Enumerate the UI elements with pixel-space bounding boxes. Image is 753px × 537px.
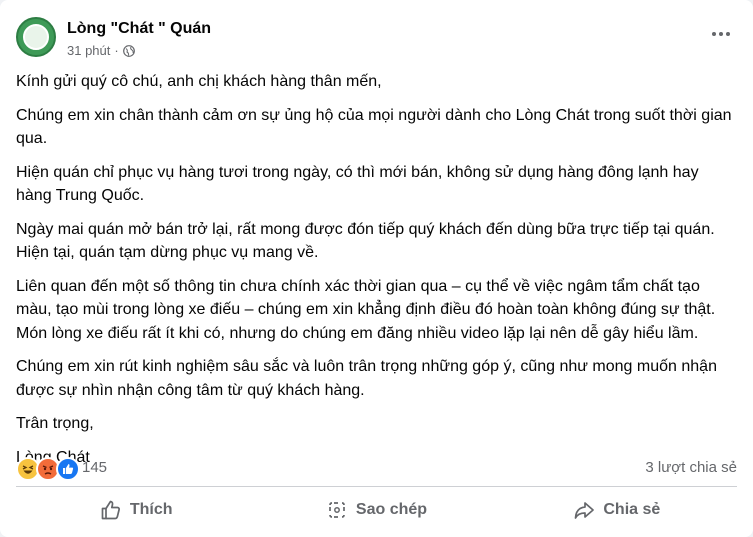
globe-icon xyxy=(122,44,135,57)
divider xyxy=(16,486,737,487)
like-button[interactable]: Thích xyxy=(16,492,256,528)
share-button[interactable]: Chia sẻ xyxy=(497,492,737,528)
post-meta: 31 phút · xyxy=(67,43,135,58)
reaction-count[interactable]: 145 xyxy=(82,459,107,476)
post-paragraph: Chúng em xin chân thành cảm ơn sự ủng hộ… xyxy=(16,106,732,148)
post-body: Kính gửi quý cô chú, anh chị khách hàng … xyxy=(16,70,738,479)
post-time[interactable]: 31 phút xyxy=(67,43,110,58)
more-options-icon[interactable] xyxy=(705,22,737,46)
avatar-logo xyxy=(23,24,49,50)
thumbs-up-icon xyxy=(101,500,120,520)
action-bar: Thích Sao chép Chia sẻ xyxy=(16,492,737,528)
copy-icon xyxy=(329,502,345,518)
post-header: Lòng "Chát " Quán 31 phút · xyxy=(16,16,737,60)
like-icon xyxy=(56,457,80,481)
page-name[interactable]: Lòng "Chát " Quán xyxy=(67,20,211,38)
like-label: Thích xyxy=(129,501,173,518)
page-avatar[interactable] xyxy=(16,17,56,57)
share-label: Chia sẻ xyxy=(603,501,661,518)
post-paragraph: Chúng em xin rút kinh nghiệm sâu sắc và … xyxy=(16,358,717,399)
post-signoff: Trân trọng, xyxy=(16,415,94,432)
copy-label: Sao chép xyxy=(355,501,428,518)
share-arrow-icon xyxy=(575,502,595,519)
post-paragraph: Liên quan đến một số thông tin chưa chín… xyxy=(16,277,716,342)
post-paragraph: Hiện quán chỉ phục vụ hàng tươi trong ng… xyxy=(16,163,699,205)
copy-button[interactable]: Sao chép xyxy=(256,492,496,528)
reaction-icons[interactable] xyxy=(16,457,80,481)
share-count[interactable]: 3 lượt chia sẻ xyxy=(645,459,737,476)
reactions-bar: 145 3 lượt chia sẻ xyxy=(16,455,737,481)
post-paragraph: Ngày mai quán mở bán trở lại, rất mong đ… xyxy=(16,220,715,262)
post-paragraph: Kính gửi quý cô chú, anh chị khách hàng … xyxy=(16,73,382,90)
meta-separator: · xyxy=(114,43,119,58)
post-card: Lòng "Chát " Quán 31 phút · Kính gửi quý… xyxy=(0,0,753,537)
